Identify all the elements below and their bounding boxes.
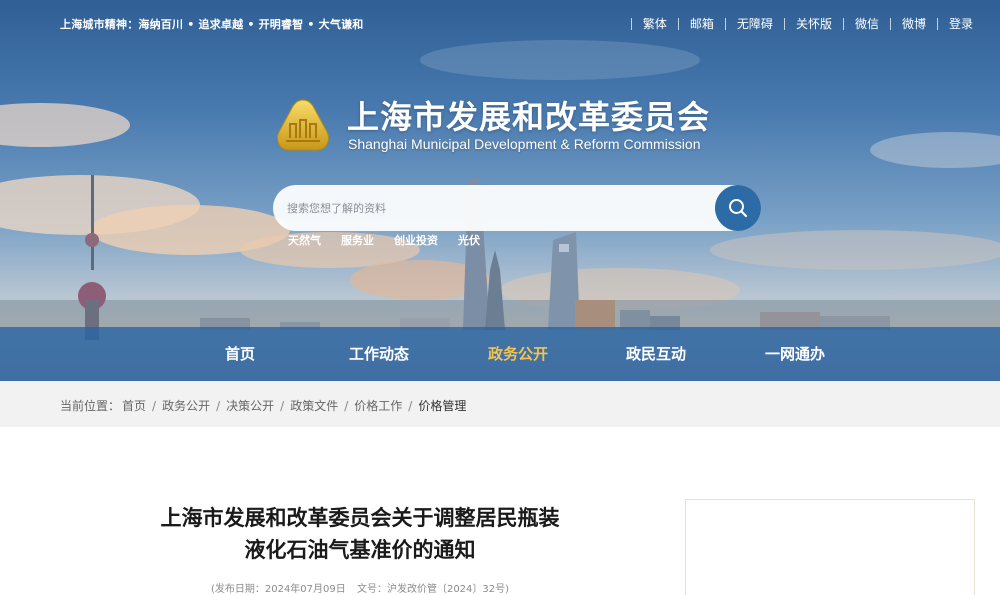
search-icon: [729, 199, 748, 218]
hot-word-venture-capital[interactable]: 创业投资: [394, 232, 438, 248]
shanghai-emblem-icon: [277, 99, 329, 151]
nav-government-affairs[interactable]: 政务公开: [488, 327, 548, 381]
breadcrumb-separator: /: [408, 398, 413, 413]
traditional-chinese-link[interactable]: 繁体: [632, 15, 678, 32]
breadcrumb-home[interactable]: 首页: [122, 397, 146, 414]
site-name-english: Shanghai Municipal Development & Reform …: [348, 136, 701, 152]
article-title-line-1: 上海市发展和改革委员会关于调整居民瓶装: [160, 506, 560, 530]
site-name-chinese: 上海市发展和改革委员会: [347, 98, 711, 136]
nav-public-interaction[interactable]: 政民互动: [626, 327, 686, 381]
login-link[interactable]: 登录: [938, 15, 984, 32]
elderly-care-version-link[interactable]: 关怀版: [785, 15, 843, 32]
search-button[interactable]: [715, 185, 761, 231]
breadcrumb-decision-disclosure[interactable]: 决策公开: [226, 397, 274, 414]
hot-word-natural-gas[interactable]: 天然气: [288, 232, 321, 248]
main-nav: 首页 工作动态 政务公开 政民互动 一网通办: [0, 327, 1000, 381]
breadcrumb-price-management: 价格管理: [418, 399, 467, 413]
breadcrumb-separator: /: [344, 398, 349, 413]
hot-word-photovoltaic[interactable]: 光伏: [458, 232, 480, 248]
article-title-line-2: 液化石油气基准价的通知: [244, 538, 476, 562]
top-links: 繁体 邮箱 无障碍 关怀版 微信 微博 登录: [630, 15, 984, 32]
breadcrumb-bar: 当前位置： 首页 / 政务公开 / 决策公开 / 政策文件 / 价格工作 / 价…: [0, 381, 1000, 427]
nav-home[interactable]: 首页: [225, 327, 255, 381]
breadcrumb-policy-documents[interactable]: 政策文件: [290, 397, 338, 414]
site-brand[interactable]: 上海市发展和改革委员会 Shanghai Municipal Developme…: [276, 90, 746, 160]
city-spirit-slogan: 上海城市精神：海纳百川 • 追求卓越 • 开明睿智 • 大气谦和: [60, 18, 364, 31]
wechat-link[interactable]: 微信: [844, 15, 890, 32]
search-box: [273, 185, 761, 231]
nav-one-stop-service[interactable]: 一网通办: [765, 327, 825, 381]
breadcrumb: 当前位置： 首页 / 政务公开 / 决策公开 / 政策文件 / 价格工作 / 价…: [60, 397, 466, 414]
breadcrumb-price-work[interactable]: 价格工作: [354, 397, 402, 414]
hero-banner: 上海城市精神：海纳百川 • 追求卓越 • 开明睿智 • 大气谦和 繁体 邮箱 无…: [0, 0, 1000, 381]
hot-search-words: 天然气 服务业 创业投资 光伏: [288, 232, 500, 248]
publish-date: (发布日期：2024年07月09日: [210, 584, 346, 595]
search-input[interactable]: [287, 197, 707, 219]
breadcrumb-government-affairs[interactable]: 政务公开: [162, 397, 210, 414]
mailbox-link[interactable]: 邮箱: [679, 15, 725, 32]
hot-word-service-industry[interactable]: 服务业: [341, 232, 374, 248]
top-bar: 上海城市精神：海纳百川 • 追求卓越 • 开明睿智 • 大气谦和 繁体 邮箱 无…: [0, 0, 1000, 46]
accessibility-link[interactable]: 无障碍: [726, 15, 784, 32]
breadcrumb-separator: /: [280, 398, 285, 413]
breadcrumb-separator: /: [216, 398, 221, 413]
document-number: 文号：沪发改价管〔2024〕32号): [356, 584, 510, 595]
breadcrumb-prefix: 当前位置：: [60, 399, 121, 413]
sidebar-panel: [685, 499, 975, 595]
breadcrumb-separator: /: [152, 398, 157, 413]
nav-work-news[interactable]: 工作动态: [349, 327, 409, 381]
weibo-link[interactable]: 微博: [891, 15, 937, 32]
article-meta: (发布日期：2024年07月09日 文号：沪发改价管〔2024〕32号): [120, 580, 600, 595]
article-title: 上海市发展和改革委员会关于调整居民瓶装 液化石油气基准价的通知: [120, 502, 600, 566]
